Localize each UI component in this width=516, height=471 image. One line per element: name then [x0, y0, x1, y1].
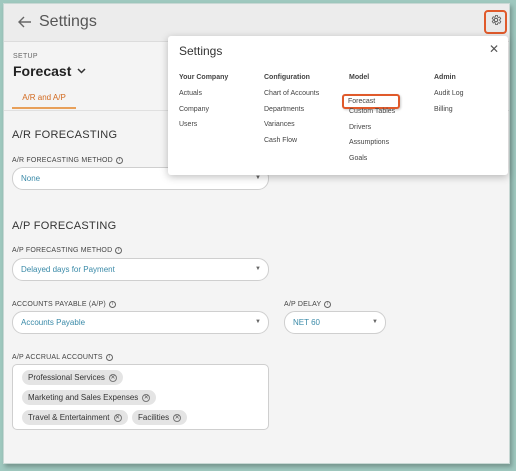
- info-icon[interactable]: i: [115, 157, 123, 164]
- menu-item-assumptions[interactable]: Assumptions: [349, 139, 400, 155]
- menu-column-configuration: Configuration Chart of Accounts Departme…: [264, 74, 319, 152]
- menu-item-chart-of-accounts[interactable]: Chart of Accounts: [264, 90, 319, 106]
- ap-accrual-label: A/P ACCRUAL ACCOUNTS i: [12, 354, 113, 361]
- caret-down-icon: ▼: [255, 266, 261, 272]
- menu-heading: Admin: [434, 74, 456, 81]
- menu-item-billing[interactable]: Billing: [434, 106, 464, 122]
- ap-method-value: Delayed days for Payment: [21, 265, 115, 274]
- ap-accrual-multiselect[interactable]: Professional Services ✕ Marketing and Sa…: [12, 364, 269, 430]
- ap-payable-label-text: ACCOUNTS PAYABLE (A/P): [12, 301, 106, 308]
- ar-method-label-text: A/R FORECASTING METHOD: [12, 157, 113, 164]
- remove-chip-icon[interactable]: ✕: [108, 373, 117, 382]
- ap-delay-label: A/P DELAY i: [284, 301, 332, 308]
- menu-item-company[interactable]: Company: [179, 106, 228, 122]
- menu-item-departments[interactable]: Departments: [264, 106, 319, 122]
- menu-column-your-company: Your Company Actuals Company Users: [179, 74, 228, 137]
- caret-down-icon: ▼: [255, 319, 261, 325]
- ap-forecasting-heading: A/P FORECASTING: [12, 220, 117, 232]
- remove-chip-icon[interactable]: ✕: [113, 413, 122, 422]
- chevron-down-icon: [77, 66, 86, 77]
- remove-chip-icon[interactable]: ✕: [142, 393, 151, 402]
- info-icon[interactable]: i: [115, 247, 123, 254]
- back-arrow-icon[interactable]: [16, 13, 34, 31]
- menu-item-actuals[interactable]: Actuals: [179, 90, 228, 106]
- chip-label: Professional Services: [28, 373, 105, 382]
- settings-button[interactable]: [484, 10, 507, 34]
- chip-label: Facilities: [138, 413, 170, 422]
- close-icon[interactable]: ✕: [488, 43, 500, 55]
- caret-down-icon: ▼: [372, 319, 378, 325]
- menu-item-forecast[interactable]: Forecast: [342, 94, 400, 109]
- chip-marketing-sales[interactable]: Marketing and Sales Expenses ✕: [22, 390, 157, 405]
- menu-item-variances[interactable]: Variances: [264, 121, 319, 137]
- gear-icon: [490, 13, 502, 31]
- ap-delay-value: NET 60: [293, 318, 320, 327]
- tab-ar-ap[interactable]: A/R and A/P: [12, 86, 76, 109]
- chip-label: Travel & Entertainment: [28, 413, 110, 422]
- ap-accrual-label-text: A/P ACCRUAL ACCOUNTS: [12, 354, 103, 361]
- menu-column-model: Model Forecast Custom Tables Drivers Ass…: [342, 74, 400, 171]
- page-title: Settings: [39, 13, 97, 30]
- ar-forecasting-heading: A/R FORECASTING: [12, 129, 118, 141]
- menu-heading: Your Company: [179, 74, 229, 81]
- ap-delay-label-text: A/P DELAY: [284, 301, 322, 308]
- menu-heading: Configuration: [264, 74, 310, 81]
- ap-payable-label: ACCOUNTS PAYABLE (A/P) i: [12, 301, 116, 308]
- ap-payable-select[interactable]: Accounts Payable ▼: [12, 311, 269, 334]
- ap-delay-select[interactable]: NET 60 ▼: [284, 311, 386, 334]
- menu-heading: Model: [349, 74, 370, 81]
- remove-chip-icon[interactable]: ✕: [173, 413, 182, 422]
- ap-method-label-text: A/P FORECASTING METHOD: [12, 247, 113, 254]
- menu-column-admin: Admin Audit Log Billing: [434, 74, 464, 121]
- chip-facilities[interactable]: Facilities ✕: [132, 410, 188, 425]
- menu-item-goals[interactable]: Goals: [349, 155, 400, 171]
- chip-travel-entertainment[interactable]: Travel & Entertainment ✕: [22, 410, 128, 425]
- forecast-selector[interactable]: Forecast: [13, 63, 86, 79]
- ar-method-value: None: [21, 174, 41, 183]
- menu-item-drivers[interactable]: Drivers: [349, 124, 400, 140]
- info-icon[interactable]: i: [105, 354, 113, 361]
- ar-method-label: A/R FORECASTING METHOD i: [12, 157, 123, 164]
- info-icon[interactable]: i: [324, 301, 332, 308]
- info-icon[interactable]: i: [108, 301, 116, 308]
- menu-item-users[interactable]: Users: [179, 121, 228, 137]
- chip-label: Marketing and Sales Expenses: [28, 393, 139, 402]
- app-window: Settings SETUP Forecast A/R and A/P A/R …: [3, 3, 510, 464]
- menu-item-cash-flow[interactable]: Cash Flow: [264, 137, 319, 153]
- menu-item-audit-log[interactable]: Audit Log: [434, 90, 464, 106]
- popup-title: Settings: [179, 44, 223, 58]
- settings-popup: Settings ✕ Your Company Actuals Company …: [168, 36, 508, 175]
- forecast-title: Forecast: [13, 63, 72, 79]
- ap-method-label: A/P FORECASTING METHOD i: [12, 247, 123, 254]
- ap-method-select[interactable]: Delayed days for Payment ▼: [12, 258, 269, 281]
- menu-item-custom-tables[interactable]: Custom Tables: [349, 108, 400, 124]
- chip-professional-services[interactable]: Professional Services ✕: [22, 370, 123, 385]
- setup-label: SETUP: [13, 53, 38, 60]
- ap-payable-value: Accounts Payable: [21, 318, 86, 327]
